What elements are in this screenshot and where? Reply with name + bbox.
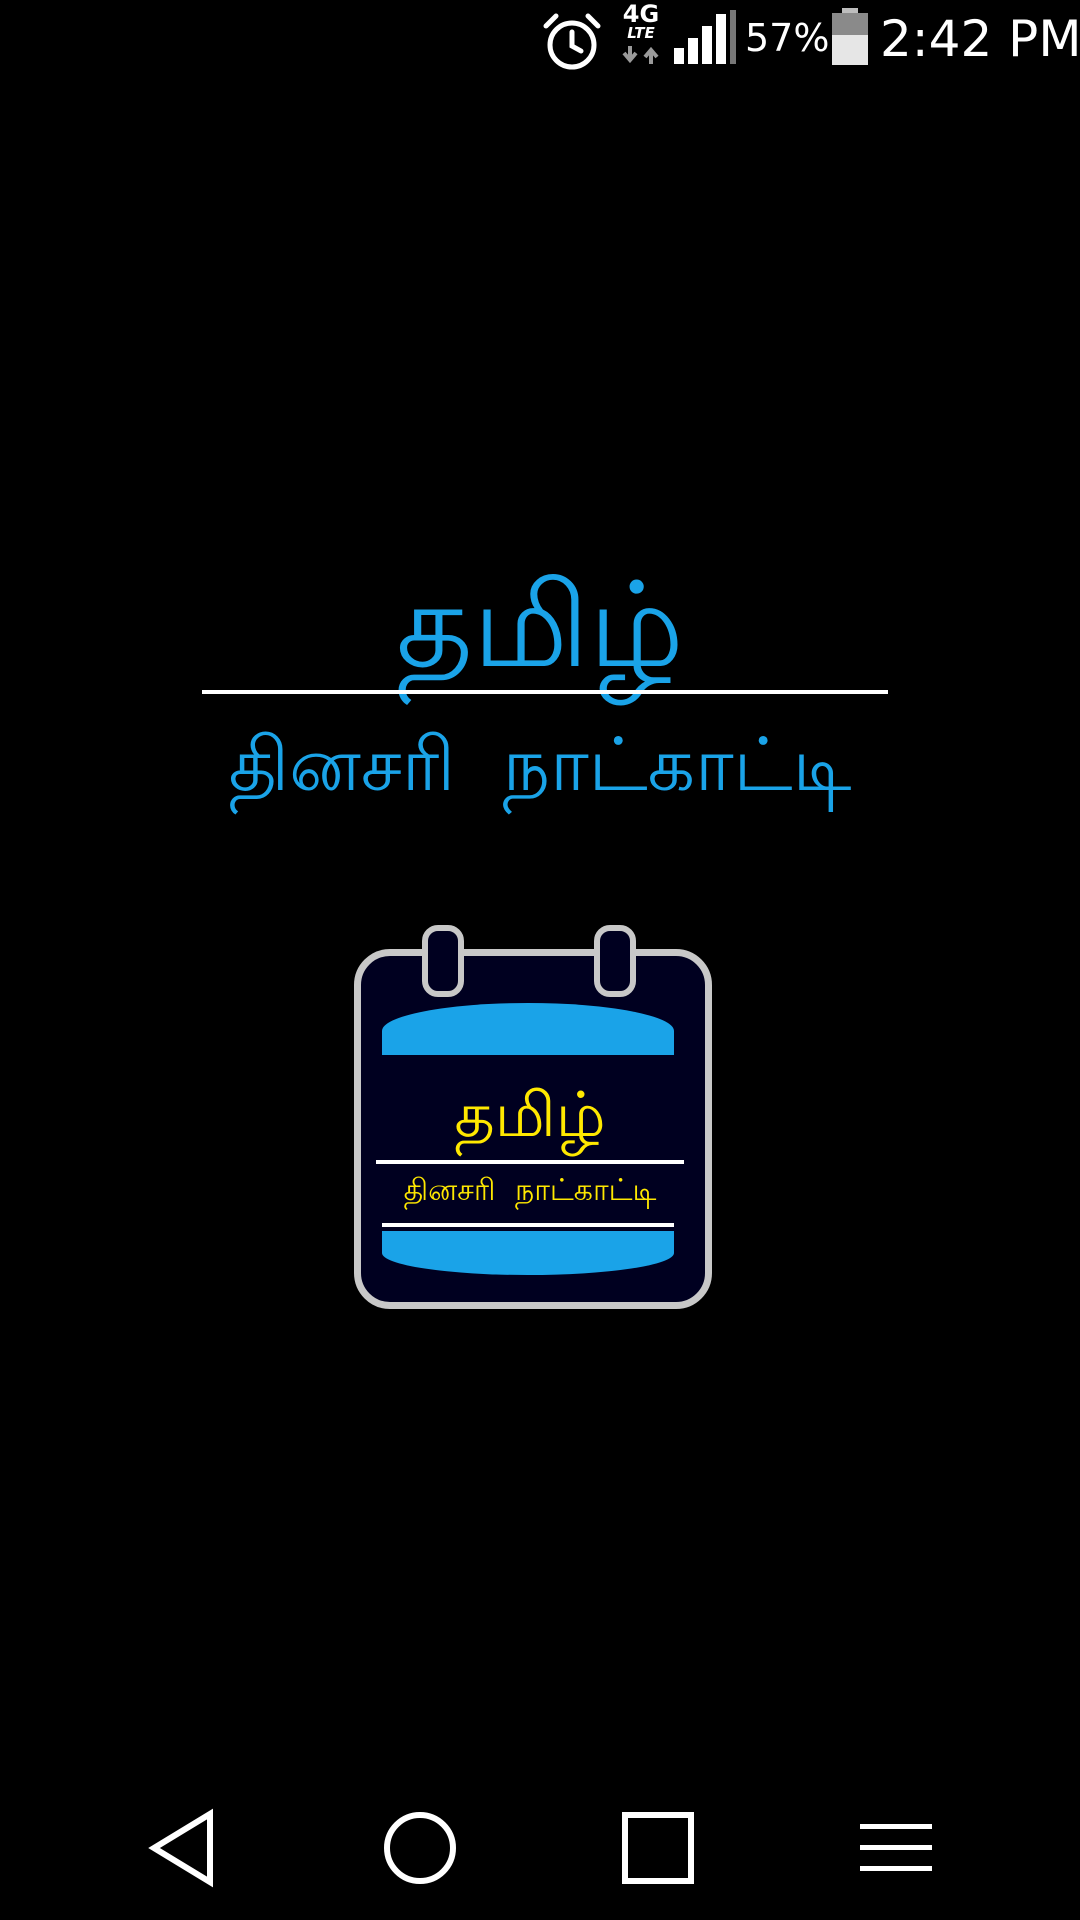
calendar-ring-right [594, 925, 636, 997]
recent-apps-button[interactable] [608, 1798, 708, 1898]
logo-divider [376, 1160, 684, 1164]
home-icon [384, 1812, 456, 1884]
status-bar: 4G LTE 57% 2:42 PM [0, 0, 1080, 80]
calendar-ring-left [422, 925, 464, 997]
logo-subtitle: தினசரி நாட்காட்டி [403, 1173, 657, 1208]
recent-apps-icon [622, 1812, 694, 1884]
battery-percent: 57% [745, 16, 830, 60]
splash-screen: 4G LTE 57% 2:42 PM தமிழ் தினசரி நாட்காட்… [0, 0, 1080, 1920]
data-arrows-icon [622, 46, 659, 64]
calendar-band-bottom [382, 1223, 674, 1275]
alarm-clock-icon [543, 13, 601, 70]
menu-button[interactable] [846, 1798, 946, 1898]
network-subtype-label: LTE [627, 24, 655, 42]
home-button[interactable] [370, 1798, 470, 1898]
calendar-band-top [382, 1003, 674, 1063]
cell-signal-icon [674, 10, 736, 64]
back-button[interactable] [134, 1798, 234, 1898]
app-title: தமிழ் [396, 556, 684, 694]
menu-icon [860, 1824, 932, 1871]
network-type-label: 4G [622, 0, 660, 28]
app-subtitle: தினசரி நாட்காட்டி [228, 722, 852, 808]
battery-icon [832, 8, 868, 65]
title-divider [202, 690, 888, 694]
status-time: 2:42 PM [880, 10, 1080, 68]
logo-title: தமிழ் [454, 1078, 606, 1151]
navigation-bar [0, 1780, 1080, 1920]
calendar-logo-icon: தமிழ் தினசரி நாட்காட்டி [350, 925, 712, 1310]
4g-lte-data-icon: 4G LTE [616, 2, 666, 68]
back-icon [148, 1808, 213, 1888]
